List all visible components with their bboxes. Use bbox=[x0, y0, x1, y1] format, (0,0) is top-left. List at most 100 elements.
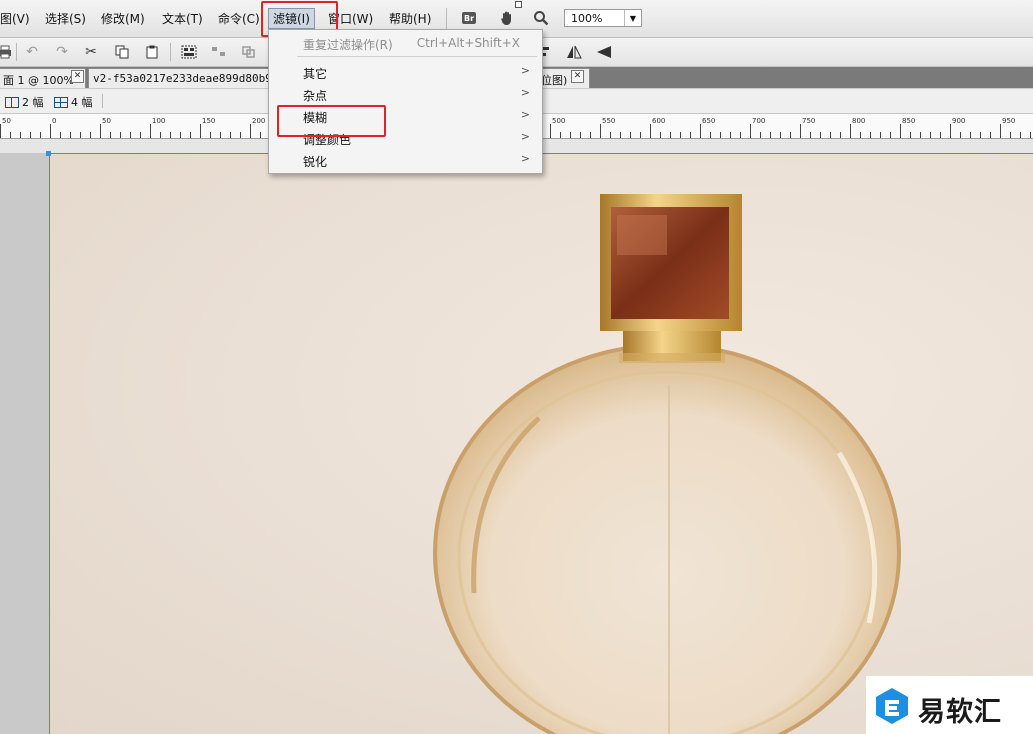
two-up-view-button[interactable]: 2 幅 bbox=[5, 94, 44, 110]
combine-icon[interactable] bbox=[240, 43, 258, 61]
flip-horizontal-icon[interactable] bbox=[565, 43, 583, 61]
ruler-tick bbox=[60, 132, 61, 138]
undo-icon[interactable]: ↶ bbox=[23, 43, 41, 61]
ruler-label: 950 bbox=[1002, 117, 1016, 125]
perspective-icon[interactable] bbox=[595, 43, 613, 61]
ruler-tick bbox=[140, 132, 141, 138]
menu-separator bbox=[446, 8, 447, 30]
canvas-corner-handle[interactable] bbox=[46, 151, 51, 156]
zoom-tool-icon[interactable] bbox=[532, 9, 550, 27]
ruler-label: 850 bbox=[902, 117, 916, 125]
ruler-tick bbox=[790, 132, 791, 138]
ruler-tick bbox=[780, 132, 781, 138]
ruler-tick bbox=[580, 132, 581, 138]
menu-text[interactable]: 文本(T) bbox=[162, 10, 203, 27]
filters-dropdown-menu: 重复过滤操作(R) Ctrl+Alt+Shift+X 其它 > 杂点 > 模糊 … bbox=[268, 29, 543, 174]
ruler-tick bbox=[850, 124, 851, 138]
menu-item-label: 重复过滤操作(R) bbox=[303, 38, 393, 52]
chevron-right-icon: > bbox=[520, 130, 530, 143]
ruler-tick bbox=[920, 132, 921, 138]
ruler-tick bbox=[870, 132, 871, 138]
print-icon[interactable] bbox=[0, 43, 14, 61]
menu-item-noise[interactable]: 杂点 > bbox=[269, 83, 540, 105]
ruler-tick bbox=[840, 132, 841, 138]
redo-icon[interactable]: ↷ bbox=[53, 43, 71, 61]
ruler-label: 750 bbox=[802, 117, 816, 125]
close-icon[interactable]: ✕ bbox=[71, 70, 84, 83]
watermark-text: 易软汇 bbox=[918, 697, 1002, 728]
ruler-tick bbox=[800, 124, 801, 138]
document-canvas[interactable] bbox=[49, 153, 1033, 734]
ruler-tick bbox=[70, 132, 71, 138]
ruler-tick bbox=[230, 132, 231, 138]
ruler-tick bbox=[50, 124, 51, 138]
ruler-tick bbox=[30, 132, 31, 138]
ruler-tick bbox=[1020, 132, 1021, 138]
group-icon[interactable] bbox=[180, 43, 198, 61]
ruler-label: 650 bbox=[702, 117, 716, 125]
ruler-tick bbox=[590, 132, 591, 138]
menu-item-other[interactable]: 其它 > bbox=[269, 61, 540, 83]
bridge-icon[interactable]: Br bbox=[462, 12, 476, 24]
ruler-tick bbox=[250, 124, 251, 138]
ruler-tick bbox=[20, 132, 21, 138]
menu-modify[interactable]: 修改(M) bbox=[101, 10, 145, 27]
watermark-badge: 易软汇 bbox=[866, 676, 1033, 734]
two-up-label: 2 幅 bbox=[22, 96, 44, 109]
menu-item-shortcut: Ctrl+Alt+Shift+X bbox=[416, 36, 520, 50]
four-up-label: 4 幅 bbox=[71, 96, 93, 109]
menu-item-repeat-filter[interactable]: 重复过滤操作(R) Ctrl+Alt+Shift+X bbox=[269, 32, 540, 54]
ruler-tick bbox=[240, 132, 241, 138]
ruler-tick bbox=[720, 132, 721, 138]
menu-command[interactable]: 命令(C) bbox=[218, 10, 260, 27]
zoom-level-value: 100% bbox=[571, 12, 603, 25]
ruler-tick bbox=[550, 124, 551, 138]
menu-item-label: 其它 bbox=[303, 67, 328, 81]
ruler-tick bbox=[830, 132, 831, 138]
ruler-tick bbox=[970, 132, 971, 138]
ruler-tick bbox=[880, 132, 881, 138]
chevron-right-icon: > bbox=[520, 64, 530, 77]
ruler-tick bbox=[610, 132, 611, 138]
ruler-tick bbox=[40, 132, 41, 138]
ruler-tick bbox=[560, 132, 561, 138]
ruler-label: 50 bbox=[2, 117, 11, 125]
menu-item-label: 锐化 bbox=[303, 155, 328, 169]
close-icon[interactable]: ✕ bbox=[571, 70, 584, 83]
paste-icon[interactable] bbox=[143, 43, 161, 61]
ruler-tick bbox=[950, 124, 951, 138]
ruler-tick bbox=[200, 124, 201, 138]
ruler-tick bbox=[600, 124, 601, 138]
ruler-tick bbox=[110, 132, 111, 138]
ruler-label: 150 bbox=[202, 117, 216, 125]
ruler-tick bbox=[660, 132, 661, 138]
chevron-right-icon: > bbox=[520, 152, 530, 165]
ruler-tick bbox=[170, 132, 171, 138]
ruler-tick bbox=[820, 132, 821, 138]
ruler-tick bbox=[90, 132, 91, 138]
viewbar-separator bbox=[102, 94, 103, 108]
ruler-label: 600 bbox=[652, 117, 666, 125]
ruler-label: 550 bbox=[602, 117, 616, 125]
chevron-right-icon: > bbox=[520, 108, 530, 121]
zoom-level-select[interactable]: 100% ▼ bbox=[564, 9, 642, 27]
canvas-gutter bbox=[0, 153, 49, 734]
ungroup-icon[interactable] bbox=[210, 43, 228, 61]
menu-separator bbox=[297, 56, 537, 57]
hand-tool-icon[interactable] bbox=[498, 9, 516, 27]
ruler-tick bbox=[180, 132, 181, 138]
menu-help[interactable]: 帮助(H) bbox=[389, 10, 431, 27]
menu-view[interactable]: 图(V) bbox=[0, 10, 30, 27]
ruler-tick bbox=[1000, 124, 1001, 138]
menu-item-sharpen[interactable]: 锐化 > bbox=[269, 149, 540, 171]
cut-icon[interactable]: ✂ bbox=[82, 43, 100, 61]
ruler-tick bbox=[670, 132, 671, 138]
ruler-tick bbox=[640, 132, 641, 138]
menu-select[interactable]: 选择(S) bbox=[45, 10, 86, 27]
ruler-tick bbox=[740, 132, 741, 138]
ruler-tick bbox=[910, 132, 911, 138]
copy-icon[interactable] bbox=[113, 43, 131, 61]
four-up-view-button[interactable]: 4 幅 bbox=[54, 94, 93, 110]
ruler-tick bbox=[150, 124, 151, 138]
tab-document-2[interactable]: v2-f53a0217e233deae899d80b9 bbox=[88, 68, 270, 88]
